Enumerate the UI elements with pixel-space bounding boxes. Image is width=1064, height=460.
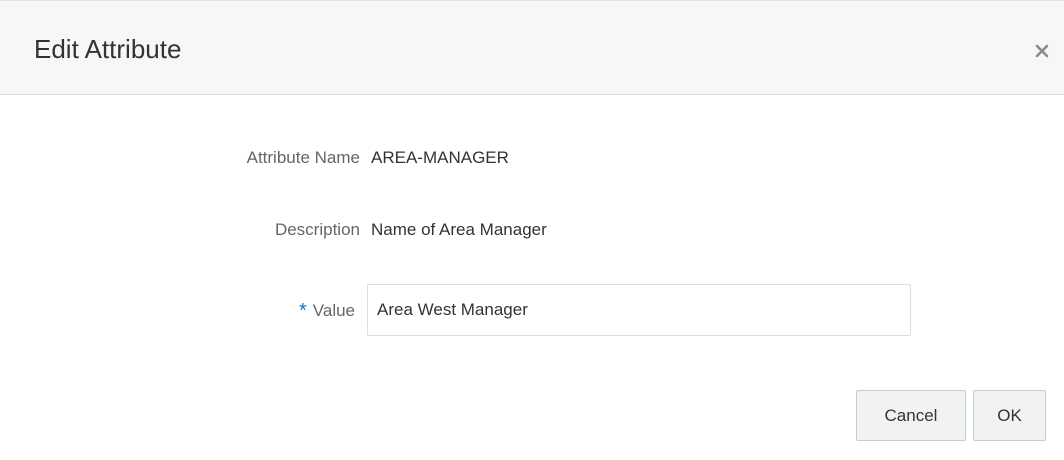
ok-button[interactable]: OK bbox=[973, 390, 1046, 441]
value-input[interactable] bbox=[367, 284, 911, 336]
description-label: Description bbox=[274, 220, 360, 239]
attribute-name-label: Attribute Name bbox=[246, 148, 360, 167]
required-marker: * bbox=[298, 300, 307, 322]
close-icon bbox=[1035, 44, 1049, 58]
dialog-title: Edit Attribute bbox=[34, 34, 182, 64]
cancel-button[interactable]: Cancel bbox=[856, 390, 966, 441]
close-button[interactable] bbox=[1030, 39, 1054, 63]
value-label: * Value bbox=[155, 299, 355, 322]
description-value: Name of Area Manager bbox=[371, 220, 547, 239]
dialog-header: Edit Attribute bbox=[0, 1, 1064, 95]
edit-attribute-dialog: Edit Attribute Attribute Name AREA-MANAG… bbox=[0, 0, 1064, 460]
value-label-text: Value bbox=[312, 301, 355, 320]
attribute-name-value: AREA-MANAGER bbox=[371, 148, 509, 167]
